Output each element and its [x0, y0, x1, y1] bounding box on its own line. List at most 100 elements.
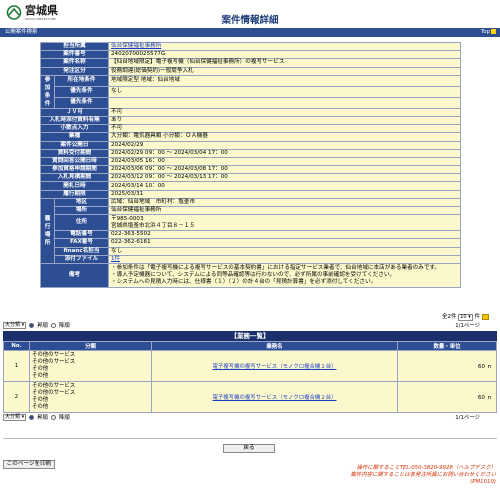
case-name: 【仙台地域限定】電子複写機（仙台保健福祉事務所）の複写サービス [108, 58, 461, 68]
total-count: 全2件 [442, 314, 457, 320]
label-yusen2: 優先条件 [54, 96, 109, 109]
footer-contact: 案件内容に関することは各発注所属にお問い合わせください [350, 472, 496, 478]
sort-row-top: 大分類 ▾ 昇順 降順 [3, 321, 70, 329]
label-uketsuke: 入札見積期間 [40, 173, 109, 183]
label-name: 案件名称 [40, 58, 109, 68]
district: 広域：仙台地域 市町村：塩釜市 [108, 197, 461, 208]
place: 仙台保健福祉事務所 [108, 205, 461, 216]
list-title: 【業務一覧】 [3, 331, 497, 341]
contact: なし [108, 246, 461, 256]
sort-select-bottom[interactable]: 大分類 ▾ [3, 413, 27, 421]
arrow-up-icon [491, 29, 496, 34]
label-tanto: financ名担当 [54, 246, 109, 256]
application-period: 2024/03/06 09：00 ～ 2024/03/08 17：00 [108, 165, 461, 175]
print-button[interactable]: このページを印刷 [3, 460, 55, 469]
business-table: No. 分類 業務名 数量・単位 1 その他のサービス その他のサービス その他 その… [3, 341, 497, 413]
label-shiryo: 資料受付期間 [40, 148, 109, 158]
label-basho: 場所 [54, 205, 109, 216]
business-link[interactable]: 電子複写機の複写サービス（モノクロ複合機２台） [213, 395, 337, 401]
footer: 操作に関することTEL:050-3820-9928（ヘルプデスク） 案件内容に関… [350, 465, 496, 486]
per-page-unit: 件 [474, 314, 480, 320]
footer-code: (PM1010) [470, 479, 496, 485]
label-kosu: 小数点入力 [40, 124, 109, 134]
top-link[interactable]: Top [481, 28, 496, 37]
order-type: 役務調達(総価契約)一般競争入札 [108, 66, 461, 76]
phone: 022-363-5502 [108, 230, 461, 240]
decimal-input: 不可 [108, 124, 461, 134]
label-tel: 電話番号 [54, 230, 109, 240]
desc-radio[interactable] [50, 322, 56, 328]
address: 宮城県塩釜市北浜４丁目８－１５ [111, 222, 195, 229]
fax: 022-362-6161 [108, 238, 461, 248]
row-no: 1 [3, 350, 30, 382]
attachment-link[interactable]: 1件 [111, 256, 120, 262]
location-condition: 地域限定型 地域：仙台地域 [108, 74, 461, 87]
label-gyoshu: 業種 [40, 132, 109, 142]
apply-button[interactable] [481, 313, 489, 320]
desc-label-bottom: 降順 [58, 415, 70, 421]
row-qty: 60 ｎ [397, 350, 497, 382]
label-shitsumon: 質問回答公開日時 [40, 156, 109, 167]
case-number: 24020700025577G [108, 50, 461, 60]
bid-period: 2024/03/12 09：00 ～ 2024/03/13 17：00 [108, 173, 461, 183]
note-3: ・システムへの見積入力時には、仕様書（１）（２）の計４台の「見積計算書」を必ず添… [111, 278, 377, 285]
row-no: 2 [3, 381, 30, 413]
label-hatchu: 発注区分 [40, 66, 109, 76]
detail-table: 担当所属 仙台保健福祉事務所 案件番号 24020700025577G 案件名称 【仙… [40, 41, 461, 288]
col-category: 分類 [29, 341, 152, 351]
label-jusho: 住所 [54, 214, 109, 232]
label-yusen: 優先条件 [54, 85, 109, 98]
col-qty: 数量・単位 [397, 341, 497, 351]
jv-value: 不可 [108, 107, 461, 117]
priority-condition: なし [108, 85, 461, 98]
qa-date: 2024/03/05 16：00 [108, 156, 461, 167]
asc-label-bottom: 昇順 [37, 415, 48, 421]
priority-condition-2 [108, 96, 461, 109]
label-bango: 案件番号 [40, 50, 109, 60]
col-no: No. [3, 341, 30, 351]
group-basho: 履行場所 [40, 197, 55, 264]
row-qty: 60 ｎ [397, 381, 497, 413]
page-title: 案件情報詳細 [221, 15, 279, 26]
asc-label: 昇順 [37, 323, 48, 329]
deadline: 2025/03/31 [108, 189, 461, 199]
business-link[interactable]: 電子複写機の複写サービス（モノクロ複合機２台） [213, 364, 337, 370]
public-search-link[interactable]: 公開案件検索 [5, 29, 37, 35]
industry: 大分類：電気器具類 小分類：ＯＡ機器 [108, 132, 461, 142]
label-kaisatsu: 開札日時 [40, 181, 109, 191]
note-2: ・導入予定機器について、システムによる同等品確認等は行わないので、必ず所属の事前… [111, 271, 396, 278]
per-page-select[interactable]: 10 ▾ [458, 314, 473, 321]
page-indicator-bottom: 1/1ページ [455, 415, 480, 421]
nav-bar: 公開案件検索 Top [0, 28, 500, 37]
table-row: 2 その他のサービス その他のサービス その他 その他 電子複写機の複写サービス（モノ… [3, 381, 497, 413]
sort-row-bottom: 大分類 ▾ 昇順 降順 [3, 413, 70, 421]
note-1: ・参加条件は「電子複写機による複写サービスの基本契約書」における指定サービス業者… [111, 264, 441, 271]
asc-radio-bottom[interactable] [29, 414, 35, 420]
label-rikou: 履行期限 [40, 189, 109, 199]
label-shozai: 所在地条件 [54, 74, 109, 87]
label-biko: 備考 [40, 262, 109, 288]
back-button[interactable]: 戻る [223, 444, 275, 453]
department-link[interactable]: 仙台保健福祉事務所 [111, 43, 161, 49]
label-chiiki: 地区 [54, 197, 109, 208]
label-jv: ＪＶ可 [40, 107, 109, 117]
sort-select[interactable]: 大分類 ▾ [3, 321, 27, 329]
attachment-required: あり [108, 115, 461, 126]
label-kokai: 案件公開日 [40, 140, 109, 150]
desc-label: 降順 [58, 323, 70, 329]
opening-date: 2024/03/14 10：00 [108, 181, 461, 191]
postal-code: 〒985-0003 [111, 215, 144, 222]
table-row: 1 その他のサービス その他のサービス その他 その他 電子複写機の複写サービス（モノ… [3, 350, 497, 382]
col-name: 業務名 [151, 341, 398, 351]
label-nyusatsu: 入札時添付資料有無 [40, 115, 109, 126]
row-category: その他のサービス その他のサービス その他 その他 [29, 350, 152, 382]
divider [3, 438, 497, 439]
label-shinsei: 参加資格申請期間 [40, 165, 109, 175]
pager-top: 全2件 10 ▾ 件 [442, 312, 489, 321]
header: 宮城県 MIYAGI PREFECTURE 案件情報詳細 [0, 0, 500, 28]
footer-helpdesk: 操作に関することTEL:050-3820-9928（ヘルプデスク） [356, 465, 496, 471]
label-tenpu: 添付ファイル [54, 254, 109, 264]
asc-radio[interactable] [29, 322, 35, 328]
desc-radio-bottom[interactable] [50, 414, 56, 420]
row-category: その他のサービス その他のサービス その他 その他 [29, 381, 152, 413]
